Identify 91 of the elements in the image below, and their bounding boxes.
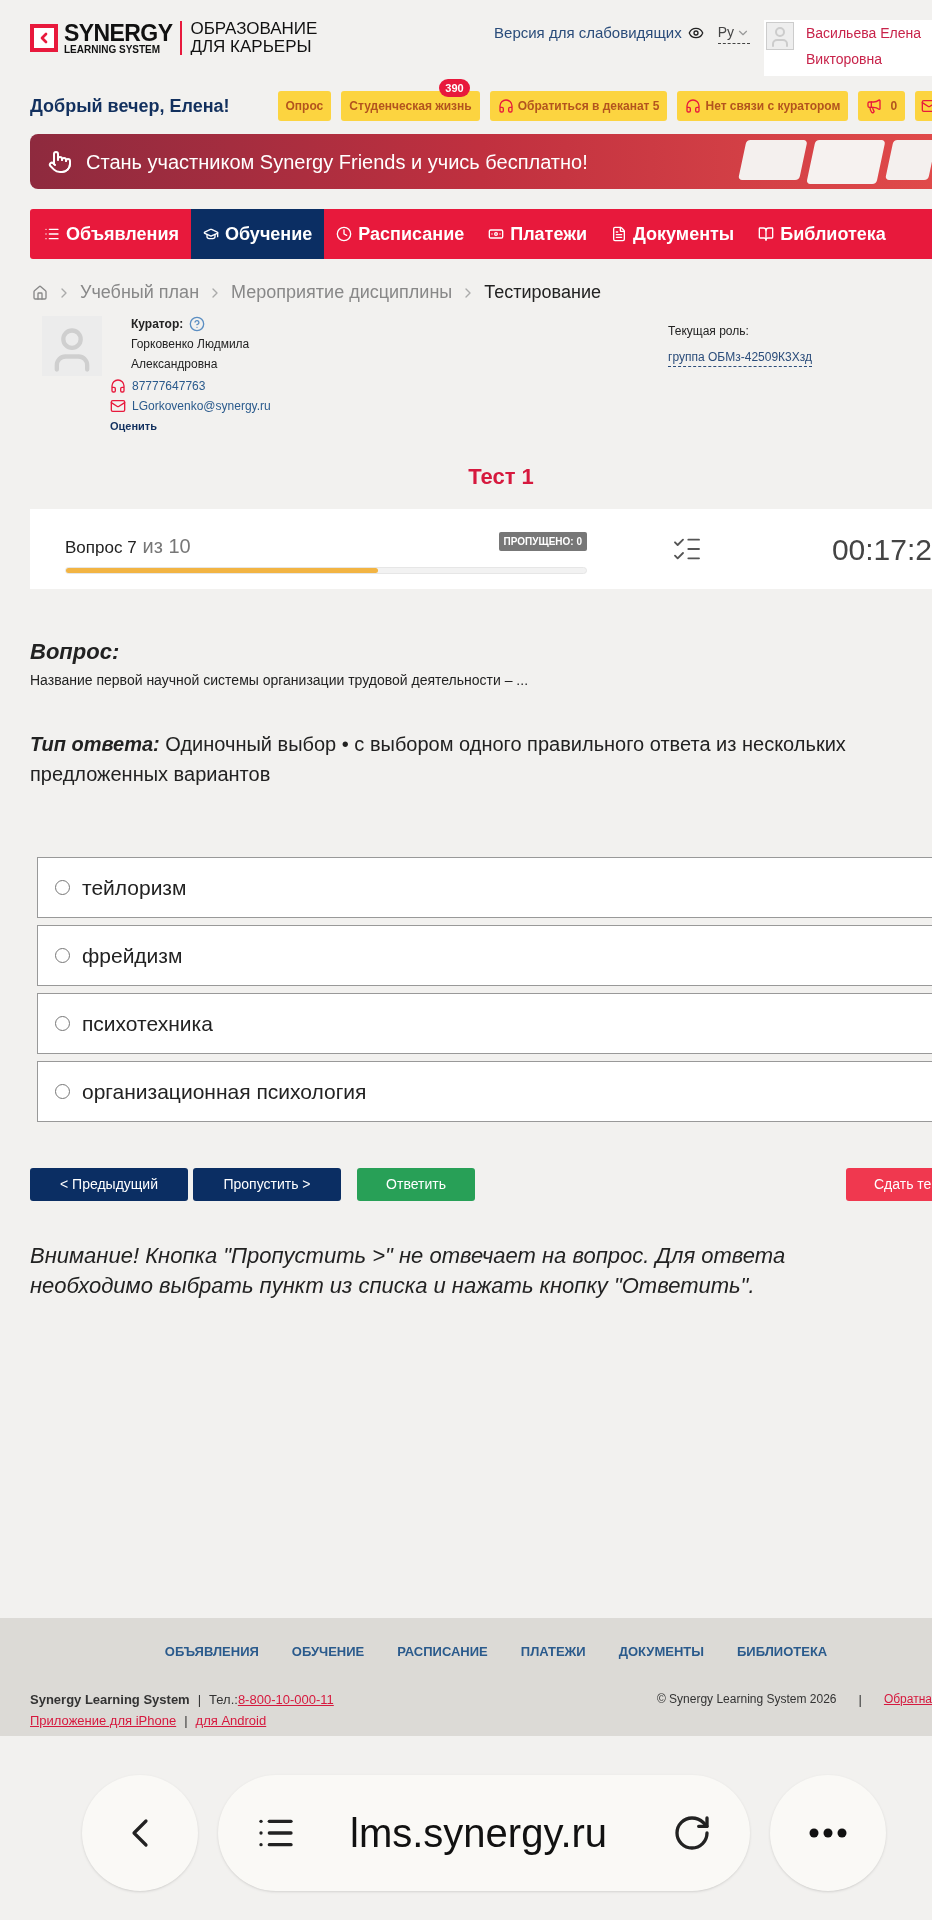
logo-icon xyxy=(30,24,58,52)
warning-text: Внимание! Кнопка "Пропустить >" не отвечает на вопрос. Для ответа необходимо выбрать пункт из списка и нажать кнопку "Ответить". xyxy=(29,1242,787,1300)
avatar-icon xyxy=(766,22,794,50)
book-icon xyxy=(758,226,775,242)
breadcrumb-link[interactable]: Учебный план xyxy=(80,279,200,306)
previous-button[interactable]: < Предыдущий xyxy=(30,1168,188,1201)
answer-option[interactable]: тейлоризм xyxy=(37,857,932,918)
curator-label: Куратор: xyxy=(131,316,184,333)
email-link[interactable]: LGorkovenko@synergy.ru xyxy=(132,396,271,416)
greeting: Добрый вечер, Елена! xyxy=(30,94,230,118)
address-bar[interactable]: lms.synergy.ru xyxy=(218,1775,750,1891)
copyright: © Synergy Learning System 2026 xyxy=(656,1691,837,1709)
megaphone-icon xyxy=(866,98,883,114)
footer-link[interactable]: ОБУЧЕНИЕ xyxy=(291,1642,365,1662)
breadcrumb-link[interactable]: Мероприятие дисциплины xyxy=(231,279,453,306)
role-link[interactable]: группа ОБМз-42509К3Хзд xyxy=(668,348,812,367)
headset-icon xyxy=(497,98,514,114)
role-label: Текущая роль: xyxy=(668,323,750,340)
student-life-button[interactable]: Студенческая жизнь xyxy=(341,91,480,121)
footer-link[interactable]: РАСПИСАНИЕ xyxy=(397,1642,488,1662)
answer-option[interactable]: фрейдизм xyxy=(37,925,932,986)
nav-tab[interactable]: Объявления xyxy=(32,209,191,259)
skip-button[interactable]: Пропустить > xyxy=(193,1168,341,1201)
option-label: организационная психология xyxy=(82,1078,367,1105)
nav-tab[interactable]: Обучение xyxy=(191,209,325,259)
submit-test-button[interactable]: Сдать те xyxy=(846,1168,932,1201)
rate-link[interactable]: Оценить xyxy=(110,416,291,436)
url-text: lms.synergy.ru xyxy=(350,1810,608,1857)
answer-option[interactable]: организационная психология xyxy=(37,1061,932,1122)
list-icon xyxy=(44,226,60,242)
footer-link[interactable]: ДОКУМЕНТЫ xyxy=(618,1642,704,1662)
feedback-link[interactable]: Обратна xyxy=(883,1690,932,1709)
nav-tab[interactable]: Платежи xyxy=(476,209,600,259)
clock-icon xyxy=(336,226,353,242)
help-icon[interactable] xyxy=(189,316,206,332)
question-counter: Вопрос 7 xyxy=(65,536,137,559)
separator: | xyxy=(858,1690,862,1709)
footer-link[interactable]: БИБЛИОТЕКА xyxy=(737,1642,828,1662)
banner-text: Стань участником Synergy Friends и учись бесплатно! xyxy=(86,149,588,175)
document-icon xyxy=(611,226,628,242)
banknote-icon xyxy=(488,226,505,242)
user-card[interactable]: Васильева Елена Викторовна xyxy=(764,20,932,76)
option-label: тейлоризм xyxy=(82,874,187,901)
phone-link[interactable]: 87777647763 xyxy=(132,376,206,396)
answer-button[interactable]: Ответить xyxy=(357,1168,475,1201)
test-title: Тест 1 xyxy=(468,463,534,491)
user-name: Васильева Елена Викторовна xyxy=(806,24,922,69)
language-select[interactable]: Ру xyxy=(717,22,750,45)
footer-link[interactable]: ПЛАТЕЖИ xyxy=(520,1642,586,1662)
separator: | xyxy=(197,1690,202,1709)
logo-brand: SYNERGY xyxy=(64,21,173,45)
phone-label: Тел.: xyxy=(209,1690,238,1709)
answer-option[interactable]: психотехника xyxy=(37,993,932,1054)
question-heading: Вопрос: xyxy=(30,638,121,666)
support-button[interactable]: Обратиться в деканат 5 xyxy=(489,91,668,121)
reload-icon[interactable] xyxy=(672,1813,712,1853)
app-link[interactable]: Приложение для iPhone xyxy=(30,1711,177,1731)
nav-tab[interactable]: Документы xyxy=(599,209,747,259)
logo-tagline: ОБРАЗОВАНИЕ xyxy=(190,20,318,38)
option-label: фрейдизм xyxy=(82,942,183,969)
accessibility-link[interactable]: Версия для слабовидящих xyxy=(494,22,682,45)
notification-badge: 390 xyxy=(439,79,470,97)
footer-phone-link[interactable]: 8-800-10-000-11 xyxy=(237,1689,334,1709)
pointer-hand-icon xyxy=(48,149,72,174)
answer-type: Тип ответа: Одиночный выбор • с выбором одного правильного ответа из нескольких предложенных вариантов xyxy=(30,732,847,787)
footer-link[interactable]: ОБЪЯВЛЕНИЯ xyxy=(164,1642,259,1662)
company-name: Synergy Learning System xyxy=(30,1690,190,1709)
survey-button[interactable]: Опрос xyxy=(277,91,332,121)
curator-name: Горковенко Людмила Александровна xyxy=(131,336,251,373)
breadcrumb-link[interactable]: Тестирование xyxy=(484,279,601,306)
headset-icon xyxy=(685,98,702,114)
logo-tagline: ДЛЯ КАРЬЕРЫ xyxy=(190,38,313,56)
separator: | xyxy=(184,1712,188,1730)
mail-icon xyxy=(110,398,126,414)
support-button[interactable]: Нет связи с куратором xyxy=(677,91,849,121)
announcements-button[interactable]: 0 xyxy=(858,91,906,121)
nav-tab[interactable]: Расписание xyxy=(324,209,477,259)
more-dots-icon xyxy=(809,1828,847,1838)
home-icon[interactable] xyxy=(32,284,48,301)
question-text: Название первой научной системы организации трудовой деятельности – ... xyxy=(30,671,530,690)
promo-banner[interactable]: Стань участником Synergy Friends и учись бесплатно! xyxy=(30,134,932,189)
timer: 00:17:2 xyxy=(831,531,932,568)
skipped-badge: ПРОПУЩЕНО: 0 xyxy=(498,531,587,551)
headset-icon xyxy=(110,378,126,394)
option-label: психотехника xyxy=(82,1010,213,1037)
nav-tab[interactable]: Библиотека xyxy=(746,209,898,259)
app-link[interactable]: для Android xyxy=(195,1711,267,1731)
graduation-cap-icon xyxy=(203,226,219,242)
curator-avatar xyxy=(42,316,102,376)
logo-subtitle: LEARNING SYSTEM xyxy=(64,44,162,55)
question-total: из 10 xyxy=(142,533,191,559)
